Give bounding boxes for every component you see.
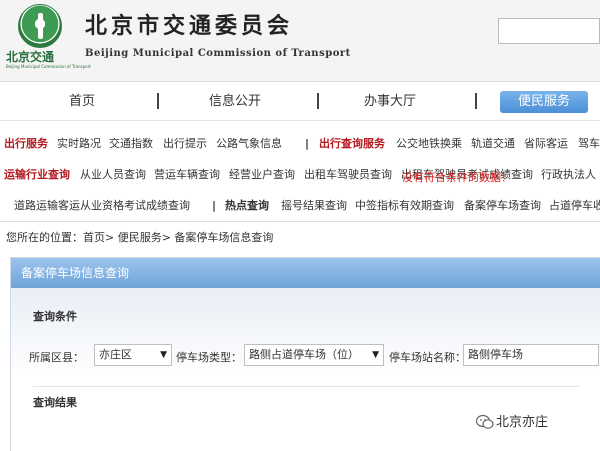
conditions-title: 查询条件 (33, 310, 77, 323)
breadcrumb: 您所在的位置：首页> 便民服务> 备案停车场信息查询 (0, 228, 600, 248)
link-roadside-parking[interactable]: 占道停车收 (549, 196, 600, 216)
link-realtime-traffic[interactable]: 实时路况 (57, 134, 101, 154)
site-title: 北京市交通委员会 (85, 14, 294, 39)
link-driving[interactable]: 驾车 (578, 134, 600, 154)
district-label: 所属区县： (29, 351, 84, 364)
district-select-value: 亦庄区 (99, 348, 132, 361)
link-road-weather[interactable]: 公路气象信息 (216, 134, 282, 154)
logo-subtext: Beijing Municipal Commission of Transpor… (6, 64, 91, 69)
heading-travel-services[interactable]: 出行服务 (4, 134, 48, 154)
wechat-icon (476, 414, 494, 429)
watermark-text: 北京亦庄 (496, 415, 549, 430)
link-quota-validity[interactable]: 中签指标有效期查询 (355, 196, 454, 216)
parking-name-input[interactable]: 路侧停车场 (463, 344, 599, 366)
nav-home[interactable]: 首页 (42, 91, 122, 113)
heading-hot-query[interactable]: 热点查询 (225, 196, 269, 216)
heading-travel-query[interactable]: 出行查询服务 (319, 134, 385, 154)
link-parking-registry[interactable]: 备案停车场查询 (464, 196, 541, 216)
row-divider: | (305, 137, 310, 150)
link-staff-query[interactable]: 从业人员查询 (80, 165, 146, 185)
parking-type-select[interactable]: 路侧占道停车场（位） ▼ (244, 344, 384, 366)
parking-type-select-value: 路侧占道停车场（位） (249, 348, 359, 361)
nav-separator (157, 93, 159, 109)
link-passenger-exam-query[interactable]: 道路运输客运从业资格考试成绩查询 (14, 196, 190, 216)
logo-text: 北京交通 (6, 50, 55, 64)
link-operator-query[interactable]: 经营业户查询 (229, 165, 295, 185)
nav-convenience-services[interactable]: 便民服务 (500, 91, 588, 113)
nav-separator (317, 93, 319, 109)
link-lottery-result[interactable]: 摇号结果查询 (281, 196, 347, 216)
links-row-travel: 出行服务 实时路况 交通指数 出行提示 公路气象信息 | 出行查询服务 公交地铁… (0, 134, 600, 154)
nav-separator (475, 93, 477, 109)
nav-info-public[interactable]: 信息公开 (190, 91, 280, 113)
nav-service-hall[interactable]: 办事大厅 (345, 91, 435, 113)
link-bus-subway-transfer[interactable]: 公交地铁换乘 (396, 134, 462, 154)
query-form: 所属区县： 亦庄区 ▼ 停车场类型： 路侧占道停车场（位） ▼ 停车场站名称： … (29, 344, 600, 368)
link-vehicle-query[interactable]: 营运车辆查询 (154, 165, 220, 185)
logo-emblem-icon[interactable] (18, 4, 62, 48)
dropdown-arrow-icon: ▼ (160, 350, 167, 360)
link-law-enforcement[interactable]: 行政执法人 (541, 165, 596, 185)
results-title: 查询结果 (33, 396, 77, 409)
link-taxi-driver-query[interactable]: 出租车驾驶员查询 (304, 165, 392, 185)
links-row-hot: 道路运输客运从业资格考试成绩查询 | 热点查询 摇号结果查询 中签指标有效期查询… (0, 196, 600, 216)
link-travel-tips[interactable]: 出行提示 (163, 134, 207, 154)
dropdown-arrow-icon: ▼ (372, 350, 379, 360)
district-select[interactable]: 亦庄区 ▼ (94, 344, 172, 366)
panel-title: 备案停车场信息查询 (11, 258, 600, 288)
link-rail-transit[interactable]: 轨道交通 (471, 134, 515, 154)
site-header: 北京交通 Beijing Municipal Commission of Tra… (0, 0, 600, 82)
heading-industry-query[interactable]: 运输行业查询 (4, 165, 70, 185)
site-title-english: Beijing Municipal Commission of Transpor… (85, 48, 351, 59)
section-divider (33, 386, 579, 387)
parking-type-label: 停车场类型： (176, 351, 242, 364)
link-traffic-index[interactable]: 交通指数 (109, 134, 153, 154)
site-search-input[interactable] (498, 18, 600, 44)
row-divider: | (212, 199, 217, 212)
main-nav: 首页 信息公开 办事大厅 便民服务 (0, 83, 600, 121)
parking-name-label: 停车场站名称： (389, 351, 466, 364)
no-results-message: 没有符合条件的数据！ (402, 171, 512, 184)
link-intercity-bus[interactable]: 省际客运 (524, 134, 568, 154)
